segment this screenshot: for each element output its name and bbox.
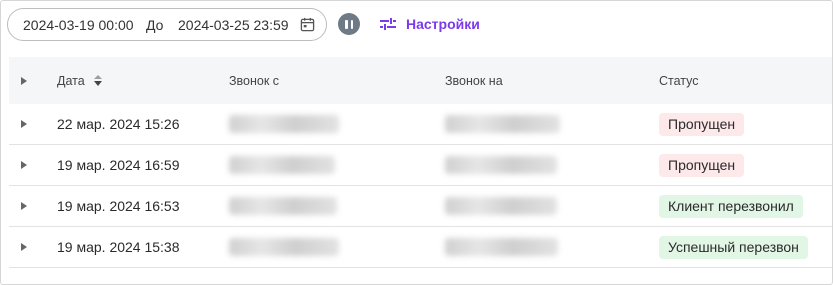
- redacted-phone-to: [445, 115, 560, 133]
- redacted-phone-to: [445, 156, 557, 174]
- calls-table: Дата Звонок с Звонок на Статус 22 мар. 2…: [9, 57, 832, 268]
- tune-icon: [380, 18, 396, 30]
- header-call-from: Звонок с: [229, 73, 280, 88]
- caret-right-icon[interactable]: [21, 120, 27, 128]
- caret-right-icon[interactable]: [21, 202, 27, 210]
- date-to[interactable]: 2024-03-25 23:59: [178, 17, 289, 33]
- redacted-phone-from: [229, 115, 339, 133]
- date-from[interactable]: 2024-03-19 00:00: [23, 17, 134, 33]
- table-row[interactable]: 19 мар. 2024 16:59 Пропущен: [9, 145, 832, 186]
- settings-button[interactable]: Настройки: [378, 13, 480, 35]
- status-badge: Пропущен: [659, 112, 745, 136]
- header-date-label: Дата: [57, 73, 85, 88]
- status-badge: Клиент перезвонил: [659, 194, 803, 218]
- date-range-picker[interactable]: 2024-03-19 00:00 До 2024-03-25 23:59: [7, 8, 327, 41]
- redacted-phone-from: [229, 197, 337, 215]
- settings-label: Настройки: [406, 16, 480, 32]
- header-date[interactable]: Дата: [57, 57, 102, 104]
- redacted-phone-to: [445, 197, 557, 215]
- redacted-phone-from: [229, 156, 335, 174]
- caret-right-icon[interactable]: [21, 161, 27, 169]
- sort-icon[interactable]: [93, 75, 102, 86]
- table-row[interactable]: 19 мар. 2024 16:53 Клиент перезвонил: [9, 186, 832, 227]
- table-row[interactable]: 19 мар. 2024 15:38 Успешный перезвон: [9, 227, 832, 268]
- expand-all-toggle[interactable]: [21, 57, 41, 104]
- row-date: 19 мар. 2024 15:38: [57, 239, 180, 255]
- table-header: Дата Звонок с Звонок на Статус: [9, 57, 832, 104]
- row-date: 19 мар. 2024 16:59: [57, 157, 180, 173]
- redacted-phone-to: [445, 238, 558, 256]
- caret-right-icon[interactable]: [21, 243, 27, 251]
- header-status: Статус: [659, 73, 699, 88]
- redacted-phone-from: [229, 238, 339, 256]
- row-date: 19 мар. 2024 16:53: [57, 198, 180, 214]
- calendar-icon[interactable]: [300, 17, 315, 32]
- pause-icon: [345, 19, 348, 29]
- row-date: 22 мар. 2024 15:26: [57, 116, 180, 132]
- status-badge: Успешный перезвон: [659, 235, 808, 259]
- caret-right-icon[interactable]: [21, 76, 27, 85]
- pause-button[interactable]: [338, 13, 360, 35]
- table-row[interactable]: 22 мар. 2024 15:26 Пропущен: [9, 104, 832, 145]
- status-badge: Пропущен: [659, 153, 745, 177]
- date-separator: До: [146, 16, 164, 33]
- header-call-to: Звонок на: [445, 73, 503, 88]
